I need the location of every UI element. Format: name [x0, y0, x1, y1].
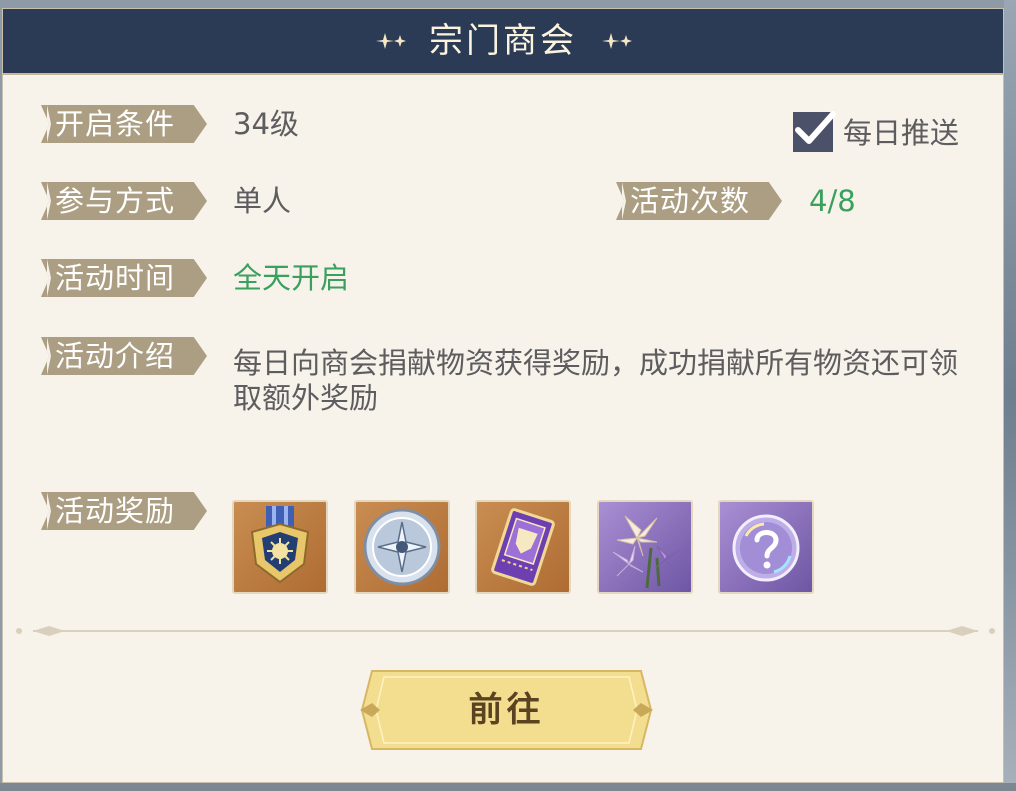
reward-item-mystery[interactable]	[718, 500, 814, 594]
activity-time-value: 全天开启	[233, 261, 350, 295]
go-button[interactable]: 前往	[358, 667, 655, 753]
activity-intro-text: 每日向商会捐献物资获得奖励，成功捐献所有物资还可领取额外奖励	[233, 346, 959, 415]
label-activity-time-text: 活动时间	[55, 261, 176, 295]
background-scene-bottom	[0, 783, 1016, 791]
daily-push-checkbox[interactable]	[793, 111, 836, 152]
label-activity-rewards-text: 活动奖励	[55, 494, 176, 528]
label-participation-mode-text: 参与方式	[55, 184, 176, 218]
panel-header: 宗门商会	[3, 9, 1003, 75]
label-activity-time: 活动时间	[41, 259, 207, 297]
label-unlock-condition-text: 开启条件	[55, 107, 176, 141]
go-button-label: 前往	[468, 690, 545, 730]
ticket-icon	[491, 508, 555, 586]
medal-icon	[250, 506, 310, 584]
label-activity-intro-text: 活动介绍	[55, 339, 176, 373]
checkmark-icon	[795, 111, 836, 144]
silver-coin-icon	[363, 508, 441, 586]
label-activity-rewards: 活动奖励	[41, 492, 207, 530]
background-scene	[1004, 0, 1016, 791]
sparkle-right-icon	[602, 33, 632, 49]
daily-push-label[interactable]: 每日推送	[843, 114, 959, 152]
activity-count-value: 4/8	[809, 184, 856, 218]
activity-info-panel: 宗门商会 开启条件 34级 每日推送 参与方式 单人 活动次数 4/8 活动时间…	[2, 8, 1004, 783]
lily-flower-icon	[612, 515, 680, 589]
participation-mode-value: 单人	[233, 184, 292, 218]
reward-item-medal[interactable]	[232, 500, 328, 594]
panel-title: 宗门商会	[429, 21, 577, 61]
reward-item-lily[interactable]	[597, 500, 693, 594]
label-participation-mode: 参与方式	[41, 182, 207, 220]
label-activity-count: 活动次数	[616, 182, 782, 220]
reward-item-ticket[interactable]	[475, 500, 571, 594]
unlock-condition-value: 34级	[233, 107, 299, 141]
label-activity-count-text: 活动次数	[630, 184, 751, 218]
mystery-orb-icon	[732, 514, 800, 582]
label-activity-intro: 活动介绍	[41, 337, 207, 375]
reward-item-silver-coin[interactable]	[354, 500, 450, 594]
label-unlock-condition: 开启条件	[41, 105, 207, 143]
divider-ornament	[16, 626, 995, 636]
